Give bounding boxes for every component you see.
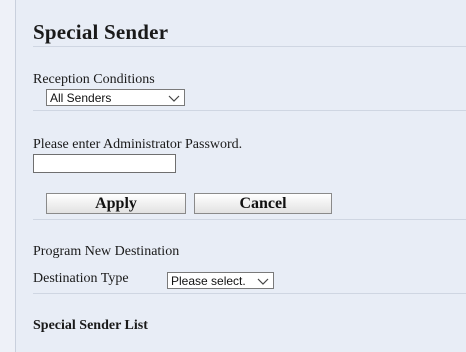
reception-conditions-value: All Senders bbox=[50, 91, 112, 105]
destination-type-select[interactable]: Please select. bbox=[167, 272, 274, 289]
admin-password-label: Please enter Administrator Password. bbox=[33, 137, 243, 152]
section-divider-program bbox=[33, 293, 466, 294]
content-panel bbox=[15, 0, 466, 352]
section-divider-reception bbox=[33, 110, 466, 111]
apply-button[interactable]: Apply bbox=[46, 193, 186, 214]
destination-type-label: Destination Type bbox=[33, 271, 129, 286]
reception-conditions-label: Reception Conditions bbox=[33, 72, 155, 87]
page-title: Special Sender bbox=[33, 20, 169, 44]
cancel-button[interactable]: Cancel bbox=[194, 193, 332, 214]
destination-type-value: Please select. bbox=[171, 274, 246, 288]
chevron-down-icon bbox=[257, 278, 269, 285]
chevron-down-icon bbox=[168, 95, 180, 102]
section-divider-buttons bbox=[33, 219, 466, 220]
reception-conditions-select[interactable]: All Senders bbox=[46, 89, 185, 106]
special-sender-list-heading: Special Sender List bbox=[33, 318, 148, 333]
program-new-destination-label: Program New Destination bbox=[33, 244, 180, 259]
title-divider bbox=[33, 46, 466, 47]
admin-password-input[interactable] bbox=[33, 154, 176, 173]
